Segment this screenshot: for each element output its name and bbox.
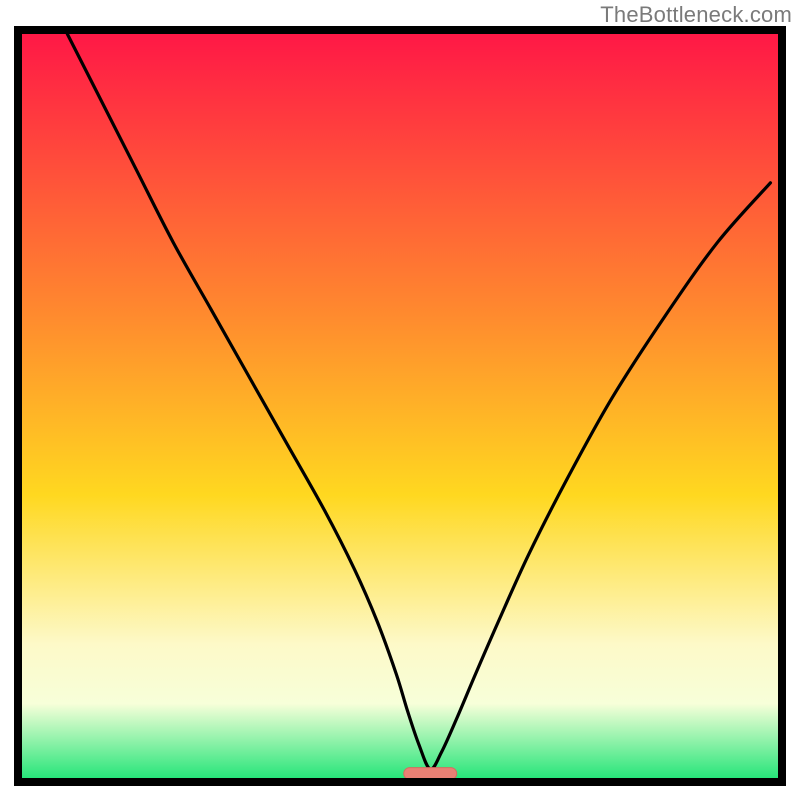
gradient-background [22,34,778,778]
minimum-marker [404,768,457,778]
chart-plot-area [22,34,778,778]
chart-frame [14,26,786,786]
watermark-text: TheBottleneck.com [600,2,792,28]
bottleneck-chart [22,34,778,778]
